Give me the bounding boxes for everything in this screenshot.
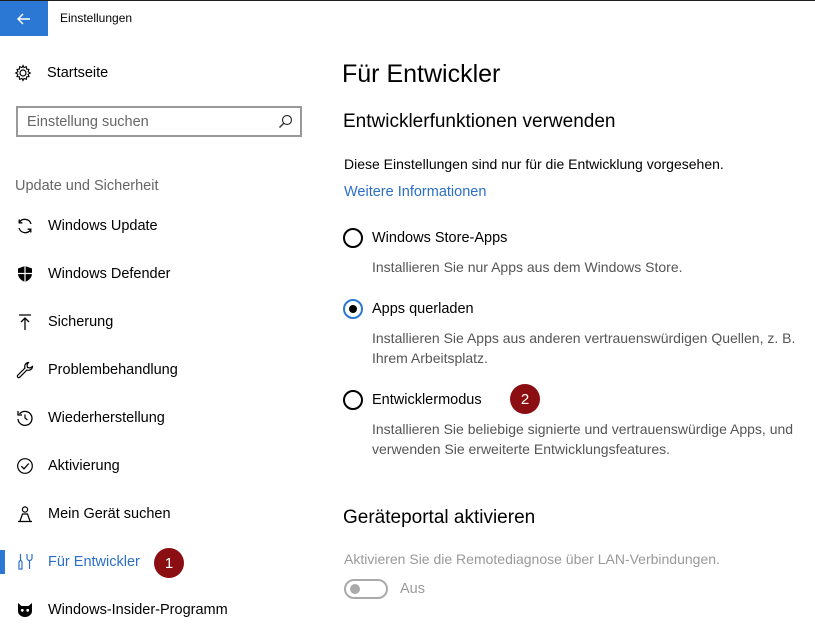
option-description: Installieren Sie beliebige signierte und… [372, 421, 794, 457]
sidebar-item-wiederherstellung[interactable]: Wiederherstellung [0, 394, 330, 442]
search-input[interactable] [18, 108, 268, 135]
page-title: Für Entwickler [342, 60, 501, 88]
shield-icon [16, 265, 34, 283]
developer-tools-icon [16, 553, 34, 571]
device-portal-toggle[interactable] [344, 579, 388, 599]
toggle-state-label: Aus [400, 581, 425, 597]
sidebar-item-sicherung[interactable]: Sicherung [0, 298, 330, 346]
option-label: Apps querladen [372, 301, 474, 317]
recovery-icon [16, 409, 34, 427]
radio-sideload-apps[interactable] [343, 299, 363, 319]
back-arrow-icon [17, 12, 30, 25]
option-label: Entwicklermodus [372, 392, 482, 408]
option-developer-mode[interactable]: Entwicklermodus [343, 390, 482, 410]
title-bar: Einstellungen [0, 0, 815, 36]
option-label: Windows Store-Apps [372, 230, 508, 246]
annotation-marker-1: 1 [154, 548, 184, 578]
portal-description: Aktivieren Sie die Remotediagnose über L… [344, 551, 720, 567]
section-label: Update und Sicherheit [15, 178, 159, 194]
person-location-icon [16, 505, 34, 523]
sidebar-item-label: Aktivierung [48, 458, 120, 474]
search-box[interactable] [16, 106, 302, 137]
backup-arrow-icon [16, 313, 34, 331]
check-circle-icon [16, 457, 34, 475]
sidebar-item-label: Für Entwickler [48, 554, 140, 570]
section-heading-developer-features: Entwicklerfunktionen verwenden [343, 111, 616, 132]
sidebar-item-label: Sicherung [48, 314, 114, 330]
wrench-icon [16, 361, 34, 379]
sidebar-item-label: Wiederherstellung [48, 410, 165, 426]
sidebar-item-problembehandlung[interactable]: Problembehandlung [0, 346, 330, 394]
home-label: Startseite [47, 65, 109, 81]
sidebar-item-label: Mein Gerät suchen [48, 506, 171, 522]
sidebar-item-aktivierung[interactable]: Aktivierung [0, 442, 330, 490]
home-link[interactable]: Startseite [14, 64, 108, 82]
more-info-link[interactable]: Weitere Informationen [344, 184, 486, 200]
device-portal-toggle-row: Aus [344, 579, 425, 599]
option-description: Installieren Sie nur Apps aus dem Window… [372, 259, 683, 275]
insider-cat-icon [16, 601, 34, 619]
sync-icon [16, 217, 34, 235]
radio-store-apps[interactable] [343, 228, 363, 248]
sidebar-item-label: Windows Defender [48, 266, 171, 282]
section-description: Diese Einstellungen sind nur für die Ent… [344, 156, 724, 172]
annotation-marker-2: 2 [510, 384, 540, 414]
sidebar-item-label: Problembehandlung [48, 362, 178, 378]
search-icon[interactable] [278, 114, 293, 129]
sidebar-item-windows-update[interactable]: Windows Update [0, 202, 330, 250]
sidebar-item-mein-geraet-suchen[interactable]: Mein Gerät suchen [0, 490, 330, 538]
sidebar-item-label: Windows Update [48, 218, 158, 234]
option-sideload-apps[interactable]: Apps querladen [343, 299, 474, 319]
window-title: Einstellungen [60, 11, 133, 25]
gear-icon [14, 64, 32, 82]
option-store-apps[interactable]: Windows Store-Apps [343, 228, 507, 248]
section-heading-device-portal: Geräteportal aktivieren [343, 507, 536, 528]
option-description: Installieren Sie Apps aus anderen vertra… [372, 330, 796, 366]
sidebar-item-windows-insider[interactable]: Windows-Insider-Programm [0, 586, 330, 634]
back-button[interactable] [0, 1, 48, 36]
sidebar-item-windows-defender[interactable]: Windows Defender [0, 250, 330, 298]
sidebar-item-label: Windows-Insider-Programm [48, 602, 228, 618]
radio-developer-mode[interactable] [343, 390, 363, 410]
sidebar: Startseite Update und Sicherheit Windows… [0, 36, 330, 634]
